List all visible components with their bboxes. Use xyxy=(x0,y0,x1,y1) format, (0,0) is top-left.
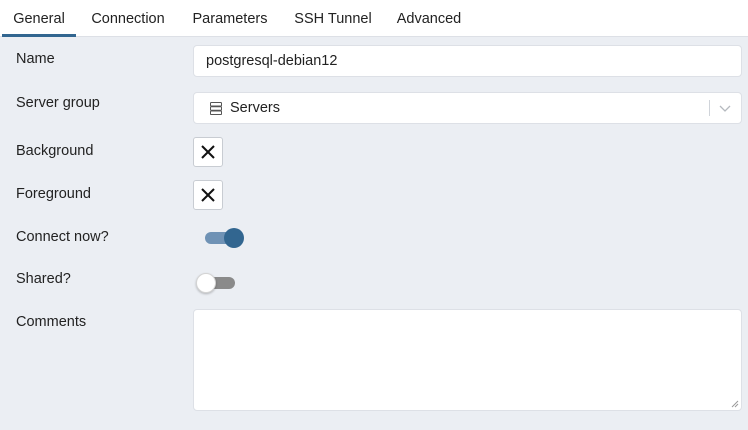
background-color-picker[interactable] xyxy=(193,137,223,167)
shared-label: Shared? xyxy=(16,271,71,287)
shared-toggle[interactable] xyxy=(196,271,240,295)
foreground-label: Foreground xyxy=(16,186,91,202)
server-icon xyxy=(210,102,222,115)
toggle-knob xyxy=(224,228,244,248)
tab-bar: General Connection Parameters SSH Tunnel… xyxy=(0,0,748,37)
toggle-knob xyxy=(196,273,216,293)
general-form: Name postgresql-debian12 Server group Se… xyxy=(0,37,748,430)
tab-ssh-tunnel[interactable]: SSH Tunnel xyxy=(287,0,379,37)
foreground-color-picker[interactable] xyxy=(193,180,223,210)
name-input-value: postgresql-debian12 xyxy=(206,53,338,69)
select-separator xyxy=(709,100,710,116)
connect-now-label: Connect now? xyxy=(16,229,109,245)
resize-handle-icon[interactable] xyxy=(731,400,739,408)
name-input[interactable]: postgresql-debian12 xyxy=(193,45,742,77)
connect-now-toggle[interactable] xyxy=(202,226,246,250)
server-group-label: Server group xyxy=(16,95,100,111)
x-icon xyxy=(201,188,215,202)
tab-connection[interactable]: Connection xyxy=(84,0,172,37)
background-label: Background xyxy=(16,143,94,159)
server-group-value: Servers xyxy=(230,100,280,116)
comments-textarea[interactable] xyxy=(193,309,742,411)
chevron-down-icon[interactable] xyxy=(719,103,731,113)
tab-advanced[interactable]: Advanced xyxy=(389,0,469,37)
comments-label: Comments xyxy=(16,314,87,330)
name-label: Name xyxy=(16,51,55,67)
x-icon xyxy=(201,145,215,159)
tab-general[interactable]: General xyxy=(2,0,76,37)
server-group-select[interactable]: Servers xyxy=(193,92,742,124)
tab-parameters[interactable]: Parameters xyxy=(184,0,276,37)
